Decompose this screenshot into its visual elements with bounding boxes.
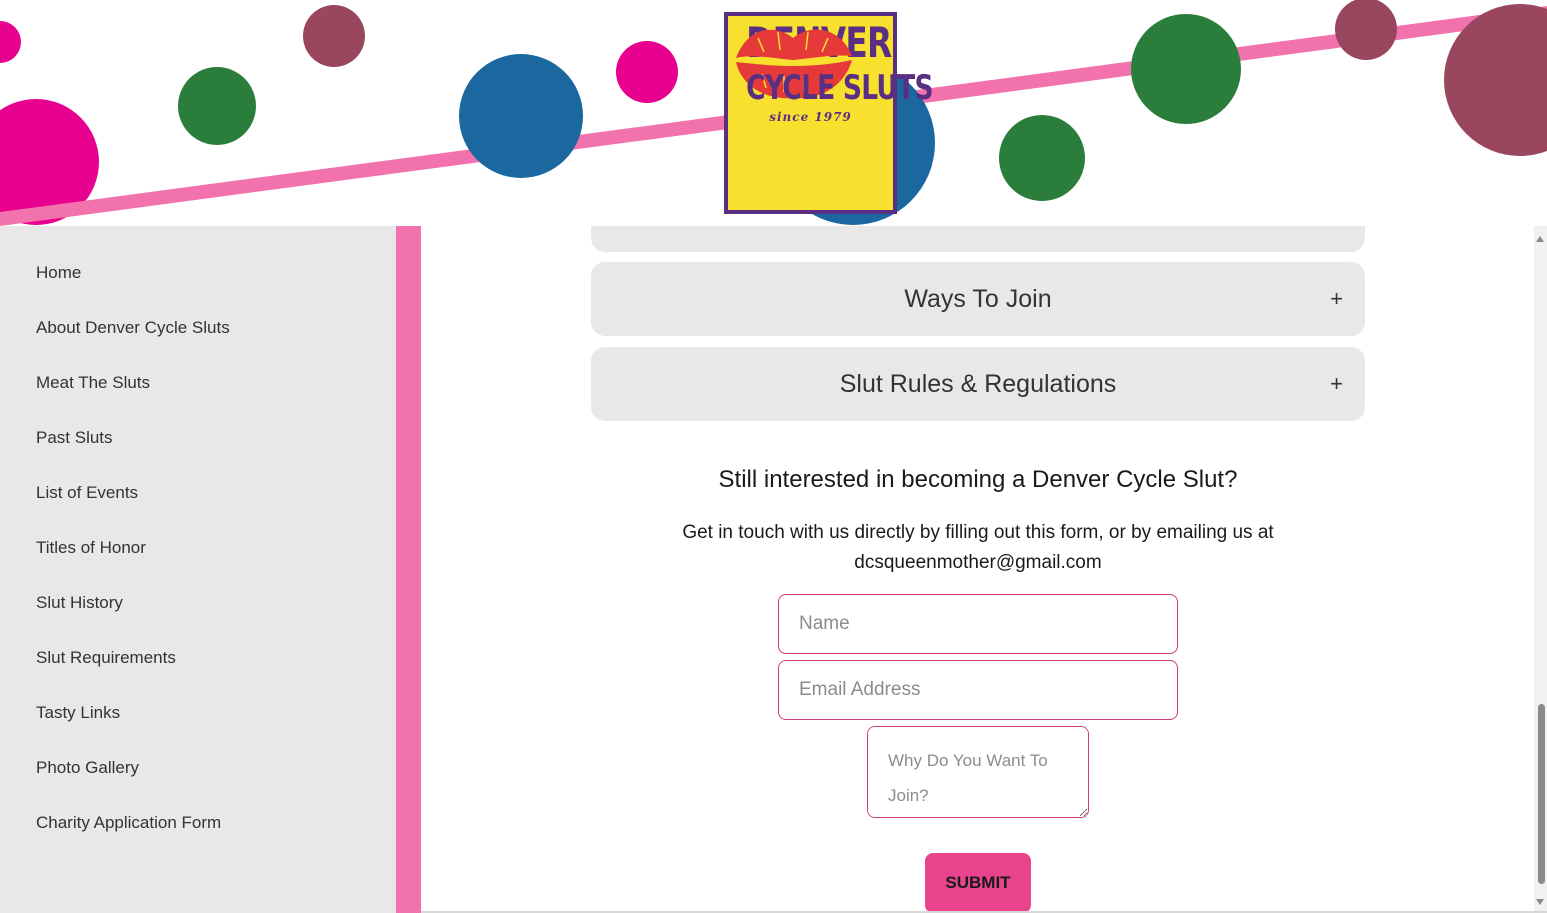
decorative-dot [1335,0,1397,60]
why-join-textarea[interactable] [867,726,1089,818]
decorative-dot [0,21,21,63]
plus-icon[interactable]: + [1330,371,1343,397]
name-input[interactable] [778,594,1178,654]
decorative-dot [1131,14,1241,124]
sidebar-item-tasty-links[interactable]: Tasty Links [36,703,120,723]
site-logo[interactable]: DENVER CYCLE SLUTS since 1979 [724,12,934,214]
page: DENVER CYCLE SLUTS since 1979 Home About… [0,0,1547,913]
sidebar-item-past-sluts[interactable]: Past Sluts [36,428,113,448]
scroll-down-arrow-icon[interactable] [1536,899,1544,905]
logo-subtitle: CYCLE SLUTS [746,68,933,108]
email-input[interactable] [778,660,1178,720]
sidebar-item-home[interactable]: Home [36,263,81,283]
scrollbar-thumb[interactable] [1538,704,1545,884]
sidebar-item-about[interactable]: About Denver Cycle Sluts [36,318,230,338]
plus-icon[interactable]: + [1330,286,1343,312]
decorative-dot [999,115,1085,201]
site-header: DENVER CYCLE SLUTS since 1979 [0,0,1547,226]
scroll-up-arrow-icon[interactable] [1536,236,1544,242]
decorative-dot [616,41,678,103]
sidebar-accent-stripe [396,225,421,913]
sidebar-item-photo-gallery[interactable]: Photo Gallery [36,758,139,778]
sidebar-nav: Home About Denver Cycle Sluts Meat The S… [0,225,396,913]
logo-since: since 1979 [769,110,852,124]
submit-button[interactable]: SUBMIT [925,853,1031,913]
accordion-ways-to-join[interactable]: Ways To Join + [591,262,1365,336]
decorative-dot [303,5,365,67]
sidebar-item-slut-history[interactable]: Slut History [36,593,123,613]
accordion-slut-rules[interactable]: Slut Rules & Regulations + [591,347,1365,421]
accordion-title: Slut Rules & Regulations [839,369,1117,398]
decorative-dot [178,67,256,145]
sidebar-item-slut-requirements[interactable]: Slut Requirements [36,648,176,668]
page-scrollbar[interactable] [1534,226,1547,913]
sidebar-item-meat-the-sluts[interactable]: Meat The Sluts [36,373,150,393]
decorative-dot [459,54,583,178]
sidebar-item-titles-of-honor[interactable]: Titles of Honor [36,538,146,558]
join-description: Get in touch with us directly by filling… [682,522,1274,573]
join-heading: Still interested in becoming a Denver Cy… [718,466,1238,493]
accordion-title: Ways To Join [904,284,1052,313]
sidebar-item-list-of-events[interactable]: List of Events [36,483,138,503]
sidebar-item-charity-application[interactable]: Charity Application Form [36,813,221,833]
